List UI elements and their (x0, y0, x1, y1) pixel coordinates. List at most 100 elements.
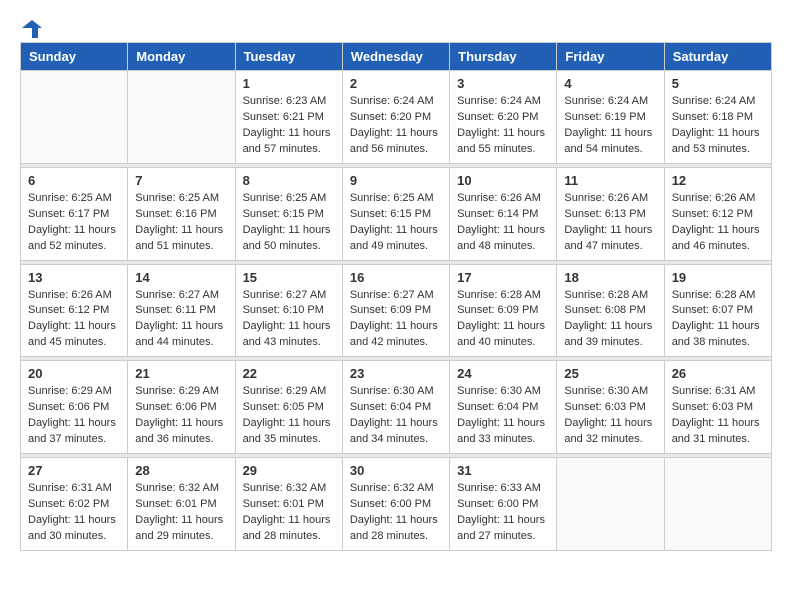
calendar-cell (21, 71, 128, 164)
day-info: Sunrise: 6:31 AM Sunset: 6:03 PM Dayligh… (672, 384, 764, 448)
calendar-cell: 3Sunrise: 6:24 AM Sunset: 6:20 PM Daylig… (450, 71, 557, 164)
week-row-3: 13 Sunrise: 6:26 AM Sunset: 6:12 PM Dayli… (21, 264, 772, 357)
day-info: Sunrise: 6:24 AM Sunset: 6:19 PM Dayligh… (564, 94, 656, 158)
calendar-cell: 25 Sunrise: 6:30 AM Sunset: 6:03 PM Dayli… (557, 361, 664, 454)
day-number: 20 (28, 366, 120, 381)
day-number: 17 (457, 270, 549, 285)
calendar-cell: 10 Sunrise: 6:26 AM Sunset: 6:14 PM Dayli… (450, 167, 557, 260)
calendar-cell: 30 Sunrise: 6:32 AM Sunset: 6:00 PM Dayli… (342, 458, 449, 551)
calendar-cell: 27 Sunrise: 6:31 AM Sunset: 6:02 PM Dayli… (21, 458, 128, 551)
day-info: Sunrise: 6:28 AM Sunset: 6:08 PM Dayligh… (564, 288, 656, 352)
calendar-cell: 18 Sunrise: 6:28 AM Sunset: 6:08 PM Dayli… (557, 264, 664, 357)
day-info: Sunrise: 6:26 AM Sunset: 6:13 PM Dayligh… (564, 191, 656, 255)
day-info: Sunrise: 6:24 AM Sunset: 6:18 PM Dayligh… (672, 94, 764, 158)
calendar-cell (557, 458, 664, 551)
calendar-cell (128, 71, 235, 164)
calendar-cell: 29 Sunrise: 6:32 AM Sunset: 6:01 PM Dayli… (235, 458, 342, 551)
day-number: 28 (135, 463, 227, 478)
calendar-cell: 14 Sunrise: 6:27 AM Sunset: 6:11 PM Dayli… (128, 264, 235, 357)
day-number: 1 (243, 76, 335, 91)
day-info: Sunrise: 6:30 AM Sunset: 6:04 PM Dayligh… (457, 384, 549, 448)
calendar-cell: 4 Sunrise: 6:24 AM Sunset: 6:19 PM Daylig… (557, 71, 664, 164)
day-number: 3 (457, 76, 549, 91)
day-info: Sunrise: 6:23 AM Sunset: 6:21 PM Dayligh… (243, 94, 335, 158)
day-info: Sunrise: 6:26 AM Sunset: 6:14 PM Dayligh… (457, 191, 549, 255)
day-number: 7 (135, 173, 227, 188)
calendar-cell: 16 Sunrise: 6:27 AM Sunset: 6:09 PM Dayli… (342, 264, 449, 357)
day-number: 12 (672, 173, 764, 188)
day-info: Sunrise: 6:24 AM Sunset: 6:20 PM Dayligh… (350, 94, 442, 158)
day-number: 21 (135, 366, 227, 381)
calendar-cell: 23Sunrise: 6:30 AM Sunset: 6:04 PM Dayli… (342, 361, 449, 454)
calendar-cell: 17 Sunrise: 6:28 AM Sunset: 6:09 PM Dayli… (450, 264, 557, 357)
calendar-table: SundayMondayTuesdayWednesdayThursdayFrid… (20, 42, 772, 551)
day-info: Sunrise: 6:28 AM Sunset: 6:07 PM Dayligh… (672, 288, 764, 352)
week-row-1: 1 Sunrise: 6:23 AM Sunset: 6:21 PM Daylig… (21, 71, 772, 164)
day-number: 22 (243, 366, 335, 381)
day-number: 26 (672, 366, 764, 381)
logo (20, 20, 42, 32)
day-number: 2 (350, 76, 442, 91)
day-number: 5 (672, 76, 764, 91)
day-info: Sunrise: 6:25 AM Sunset: 6:17 PM Dayligh… (28, 191, 120, 255)
week-row-2: 6 Sunrise: 6:25 AM Sunset: 6:17 PM Daylig… (21, 167, 772, 260)
calendar-cell: 7 Sunrise: 6:25 AM Sunset: 6:16 PM Daylig… (128, 167, 235, 260)
calendar-cell: 20 Sunrise: 6:29 AM Sunset: 6:06 PM Dayli… (21, 361, 128, 454)
day-number: 25 (564, 366, 656, 381)
calendar-cell: 8Sunrise: 6:25 AM Sunset: 6:15 PM Daylig… (235, 167, 342, 260)
day-info: Sunrise: 6:33 AM Sunset: 6:00 PM Dayligh… (457, 481, 549, 545)
day-number: 9 (350, 173, 442, 188)
day-info: Sunrise: 6:31 AM Sunset: 6:02 PM Dayligh… (28, 481, 120, 545)
day-info: Sunrise: 6:27 AM Sunset: 6:09 PM Dayligh… (350, 288, 442, 352)
weekday-header-tuesday: Tuesday (235, 43, 342, 71)
day-info: Sunrise: 6:28 AM Sunset: 6:09 PM Dayligh… (457, 288, 549, 352)
weekday-header-monday: Monday (128, 43, 235, 71)
day-number: 31 (457, 463, 549, 478)
day-number: 6 (28, 173, 120, 188)
calendar-cell: 13 Sunrise: 6:26 AM Sunset: 6:12 PM Dayli… (21, 264, 128, 357)
day-number: 30 (350, 463, 442, 478)
calendar-cell (664, 458, 771, 551)
logo-flag-icon (22, 20, 42, 38)
day-info: Sunrise: 6:26 AM Sunset: 6:12 PM Dayligh… (672, 191, 764, 255)
day-info: Sunrise: 6:29 AM Sunset: 6:06 PM Dayligh… (135, 384, 227, 448)
calendar-cell: 2 Sunrise: 6:24 AM Sunset: 6:20 PM Daylig… (342, 71, 449, 164)
day-info: Sunrise: 6:32 AM Sunset: 6:01 PM Dayligh… (243, 481, 335, 545)
weekday-header-friday: Friday (557, 43, 664, 71)
calendar-cell: 26 Sunrise: 6:31 AM Sunset: 6:03 PM Dayli… (664, 361, 771, 454)
day-info: Sunrise: 6:27 AM Sunset: 6:11 PM Dayligh… (135, 288, 227, 352)
weekday-header-saturday: Saturday (664, 43, 771, 71)
weekday-header-wednesday: Wednesday (342, 43, 449, 71)
calendar-cell: 11 Sunrise: 6:26 AM Sunset: 6:13 PM Dayli… (557, 167, 664, 260)
day-info: Sunrise: 6:32 AM Sunset: 6:00 PM Dayligh… (350, 481, 442, 545)
day-number: 18 (564, 270, 656, 285)
weekday-header-thursday: Thursday (450, 43, 557, 71)
day-number: 11 (564, 173, 656, 188)
calendar-cell: 12 Sunrise: 6:26 AM Sunset: 6:12 PM Dayli… (664, 167, 771, 260)
day-number: 27 (28, 463, 120, 478)
day-number: 13 (28, 270, 120, 285)
calendar-cell: 5 Sunrise: 6:24 AM Sunset: 6:18 PM Daylig… (664, 71, 771, 164)
day-number: 24 (457, 366, 549, 381)
day-number: 16 (350, 270, 442, 285)
day-number: 29 (243, 463, 335, 478)
day-info: Sunrise: 6:29 AM Sunset: 6:06 PM Dayligh… (28, 384, 120, 448)
calendar-cell: 22Sunrise: 6:29 AM Sunset: 6:05 PM Dayli… (235, 361, 342, 454)
day-info: Sunrise: 6:26 AM Sunset: 6:12 PM Dayligh… (28, 288, 120, 352)
day-info: Sunrise: 6:30 AM Sunset: 6:03 PM Dayligh… (564, 384, 656, 448)
day-number: 19 (672, 270, 764, 285)
calendar-cell: 24 Sunrise: 6:30 AM Sunset: 6:04 PM Dayli… (450, 361, 557, 454)
day-number: 4 (564, 76, 656, 91)
page-header (20, 20, 772, 32)
day-number: 15 (243, 270, 335, 285)
weekday-header-row: SundayMondayTuesdayWednesdayThursdayFrid… (21, 43, 772, 71)
day-number: 23 (350, 366, 442, 381)
day-number: 14 (135, 270, 227, 285)
calendar-cell: 31 Sunrise: 6:33 AM Sunset: 6:00 PM Dayli… (450, 458, 557, 551)
calendar-cell: 6 Sunrise: 6:25 AM Sunset: 6:17 PM Daylig… (21, 167, 128, 260)
day-info: Sunrise: 6:25 AM Sunset: 6:16 PM Dayligh… (135, 191, 227, 255)
calendar-cell: 1 Sunrise: 6:23 AM Sunset: 6:21 PM Daylig… (235, 71, 342, 164)
weekday-header-sunday: Sunday (21, 43, 128, 71)
week-row-5: 27 Sunrise: 6:31 AM Sunset: 6:02 PM Dayli… (21, 458, 772, 551)
day-number: 10 (457, 173, 549, 188)
